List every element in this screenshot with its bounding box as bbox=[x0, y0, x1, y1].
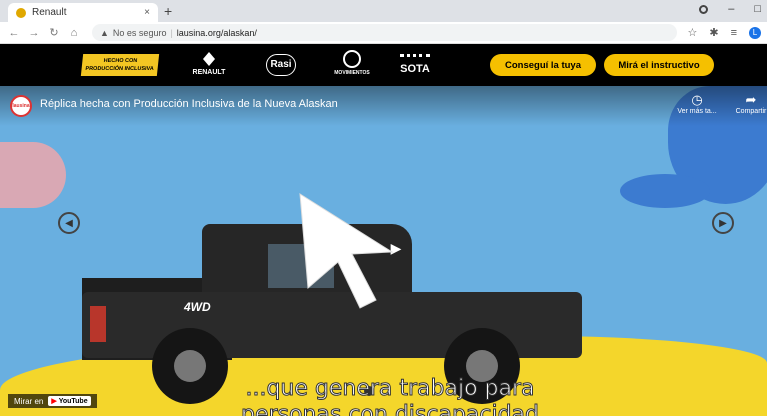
security-label: No es seguro bbox=[112, 27, 167, 38]
renault-favicon-icon bbox=[16, 7, 26, 18]
watch-later-button[interactable]: ◷ Ver más ta... bbox=[672, 92, 722, 115]
address-bar-row: ← → ↻ ⌂ ▲ No es seguro | lausina.org/ala… bbox=[0, 22, 767, 44]
browser-tabbar: Renault × + – □ bbox=[0, 0, 767, 22]
movimientos-logo[interactable]: MOVIMIENTOS bbox=[334, 50, 370, 76]
pink-cloud bbox=[0, 142, 66, 208]
url-text: lausina.org/alaskan/ bbox=[176, 27, 257, 38]
watch-on-youtube-button[interactable]: Mirar en ▶ YouTube bbox=[8, 394, 97, 408]
get-yours-button[interactable]: Conseguí la tuya bbox=[490, 54, 596, 76]
tab-title: Renault bbox=[32, 7, 67, 18]
renault-diamond-icon bbox=[203, 52, 215, 66]
badge-line1: HECHO CON bbox=[103, 58, 138, 64]
sota-logo[interactable]: SOTA bbox=[400, 54, 430, 78]
mouse-cursor-icon bbox=[299, 193, 394, 309]
reload-icon[interactable]: ↻ bbox=[46, 26, 62, 39]
back-icon[interactable]: ← bbox=[6, 27, 22, 39]
truck-taillight bbox=[90, 306, 106, 342]
renault-label: RENAULT bbox=[192, 69, 226, 76]
record-icon[interactable] bbox=[699, 5, 709, 14]
truck-4wd-badge: 4WD bbox=[184, 300, 211, 314]
watch-on-label: Mirar en bbox=[14, 396, 44, 406]
rasi-logo[interactable]: Rasi bbox=[266, 54, 296, 76]
site-header: HECHO CON PRODUCCIÓN INCLUSIVA RENAULT R… bbox=[0, 44, 767, 86]
forward-icon[interactable]: → bbox=[26, 27, 42, 39]
subtitle-line1: ...que genera trabajo para bbox=[245, 376, 535, 402]
channel-logo[interactable]: lausina bbox=[10, 95, 32, 117]
subtitle-line2: personas con discapacidad bbox=[240, 402, 540, 416]
browser-tab[interactable]: Renault × bbox=[8, 3, 158, 22]
youtube-label: YouTube bbox=[58, 398, 88, 405]
youtube-video-player[interactable]: lausina Réplica hecha con Producción Inc… bbox=[0, 86, 767, 416]
bookmark-star-icon[interactable]: ☆ bbox=[687, 26, 697, 39]
profile-avatar[interactable]: L bbox=[749, 26, 761, 39]
badge-line2: PRODUCCIÓN INCLUSIVA bbox=[85, 66, 155, 72]
clock-icon: ◷ bbox=[691, 92, 703, 107]
minimize-button[interactable]: – bbox=[728, 3, 734, 15]
close-tab-icon[interactable]: × bbox=[144, 7, 150, 18]
video-subtitle: ...que genera trabajo para personas con … bbox=[180, 376, 600, 416]
reading-list-icon[interactable]: ≡ bbox=[731, 27, 737, 39]
url-field[interactable]: ▲ No es seguro | lausina.org/alaskan/ bbox=[92, 24, 678, 41]
share-button[interactable]: ➦ Compartir bbox=[726, 92, 767, 115]
view-instructions-button[interactable]: Mirá el instructivo bbox=[604, 54, 714, 76]
window-controls: – □ bbox=[699, 3, 761, 15]
share-arrow-icon: ➦ bbox=[745, 92, 757, 107]
toolbar-icons: ☆ ✱ ≡ L bbox=[687, 26, 761, 39]
blue-cloud-small bbox=[620, 174, 710, 208]
inclusive-production-badge: HECHO CON PRODUCCIÓN INCLUSIVA bbox=[80, 54, 160, 76]
extensions-icon[interactable]: ✱ bbox=[709, 26, 718, 39]
video-title[interactable]: Réplica hecha con Producción Inclusiva d… bbox=[40, 98, 338, 110]
next-arrow-icon[interactable]: ▶ bbox=[712, 212, 734, 234]
youtube-logo-icon: ▶ YouTube bbox=[48, 396, 91, 406]
url-separator: | bbox=[170, 27, 173, 38]
share-label: Compartir bbox=[735, 108, 767, 115]
globe-label: MOVIMIENTOS bbox=[334, 70, 370, 76]
globe-icon bbox=[343, 50, 361, 68]
new-tab-button[interactable]: + bbox=[164, 3, 172, 19]
warning-icon: ▲ bbox=[100, 27, 109, 38]
home-icon[interactable]: ⌂ bbox=[66, 27, 82, 39]
watch-later-label: Ver más ta... bbox=[677, 108, 717, 115]
maximize-button[interactable]: □ bbox=[754, 3, 761, 15]
renault-logo[interactable]: RENAULT bbox=[184, 52, 234, 76]
